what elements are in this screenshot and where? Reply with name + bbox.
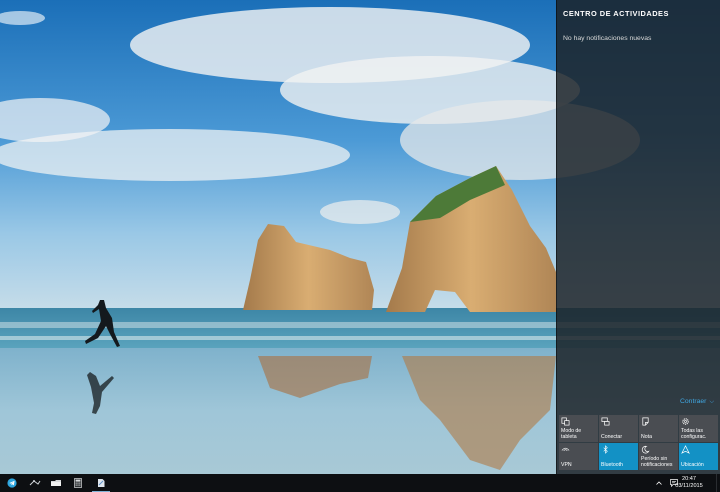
collapse-button[interactable]: Contraer ⌵ <box>680 398 714 406</box>
note-icon <box>642 417 649 426</box>
clock-date: 03/11/2015 <box>675 483 703 489</box>
taskbar-document[interactable] <box>89 474 113 492</box>
tablet-mode-icon <box>561 417 570 426</box>
taskbar: 20:47 03/11/2015 <box>0 474 720 492</box>
quick-actions-grid: Modo de tableta Conectar Nota Todas las … <box>559 415 719 470</box>
location-tile[interactable]: Ubicación <box>679 443 718 470</box>
folder-icon <box>51 480 61 486</box>
start-button[interactable] <box>0 474 24 492</box>
vpn-icon <box>561 447 570 452</box>
tile-label: Período sin notificaciones <box>641 456 673 468</box>
chevron-up-icon <box>656 481 662 485</box>
no-notifications-message: No hay notificaciones nuevas <box>563 35 652 42</box>
calculator-icon <box>74 478 82 488</box>
tile-label: Modo de tableta <box>561 428 582 440</box>
action-center-title: CENTRO DE ACTIVIDADES <box>563 9 669 18</box>
vpn-tile[interactable]: VPN <box>559 443 598 470</box>
note-tile[interactable]: Nota <box>639 415 678 442</box>
tile-label: VPN <box>561 462 572 468</box>
bluetooth-tile[interactable]: Bluetooth <box>599 443 638 470</box>
show-hidden-icons-button[interactable] <box>653 474 665 492</box>
clock-time: 20:47 <box>682 476 696 482</box>
moon-icon <box>641 445 650 454</box>
connect-tile[interactable]: Conectar <box>599 415 638 442</box>
tablet-mode-tile[interactable]: Modo de tableta <box>559 415 598 442</box>
tile-label: Conectar <box>601 434 623 440</box>
taskbar-calculator[interactable] <box>66 474 90 492</box>
all-settings-tile[interactable]: Todas las configurac. <box>679 415 718 442</box>
tile-label: Nota <box>641 434 652 440</box>
chevron-down-icon: ⌵ <box>709 399 714 405</box>
document-icon <box>98 479 105 487</box>
show-desktop-button[interactable] <box>716 474 720 492</box>
taskbar-clock[interactable]: 20:47 03/11/2015 <box>672 476 706 490</box>
app-icon <box>29 480 41 486</box>
tile-label: Todas las configurac. <box>681 428 707 440</box>
location-icon <box>681 445 690 454</box>
settings-gear-icon <box>682 418 689 425</box>
bluetooth-icon <box>603 445 608 454</box>
tile-label: Bluetooth <box>601 462 623 468</box>
connect-icon <box>601 417 610 426</box>
quiet-hours-tile[interactable]: Período sin notificaciones <box>639 443 678 470</box>
action-center-panel: CENTRO DE ACTIVIDADES No hay notificacio… <box>556 0 720 474</box>
telegram-icon <box>7 478 17 488</box>
collapse-label: Contraer <box>679 398 707 405</box>
taskbar-file-explorer[interactable] <box>44 474 68 492</box>
tile-label: Ubicación <box>681 462 704 468</box>
